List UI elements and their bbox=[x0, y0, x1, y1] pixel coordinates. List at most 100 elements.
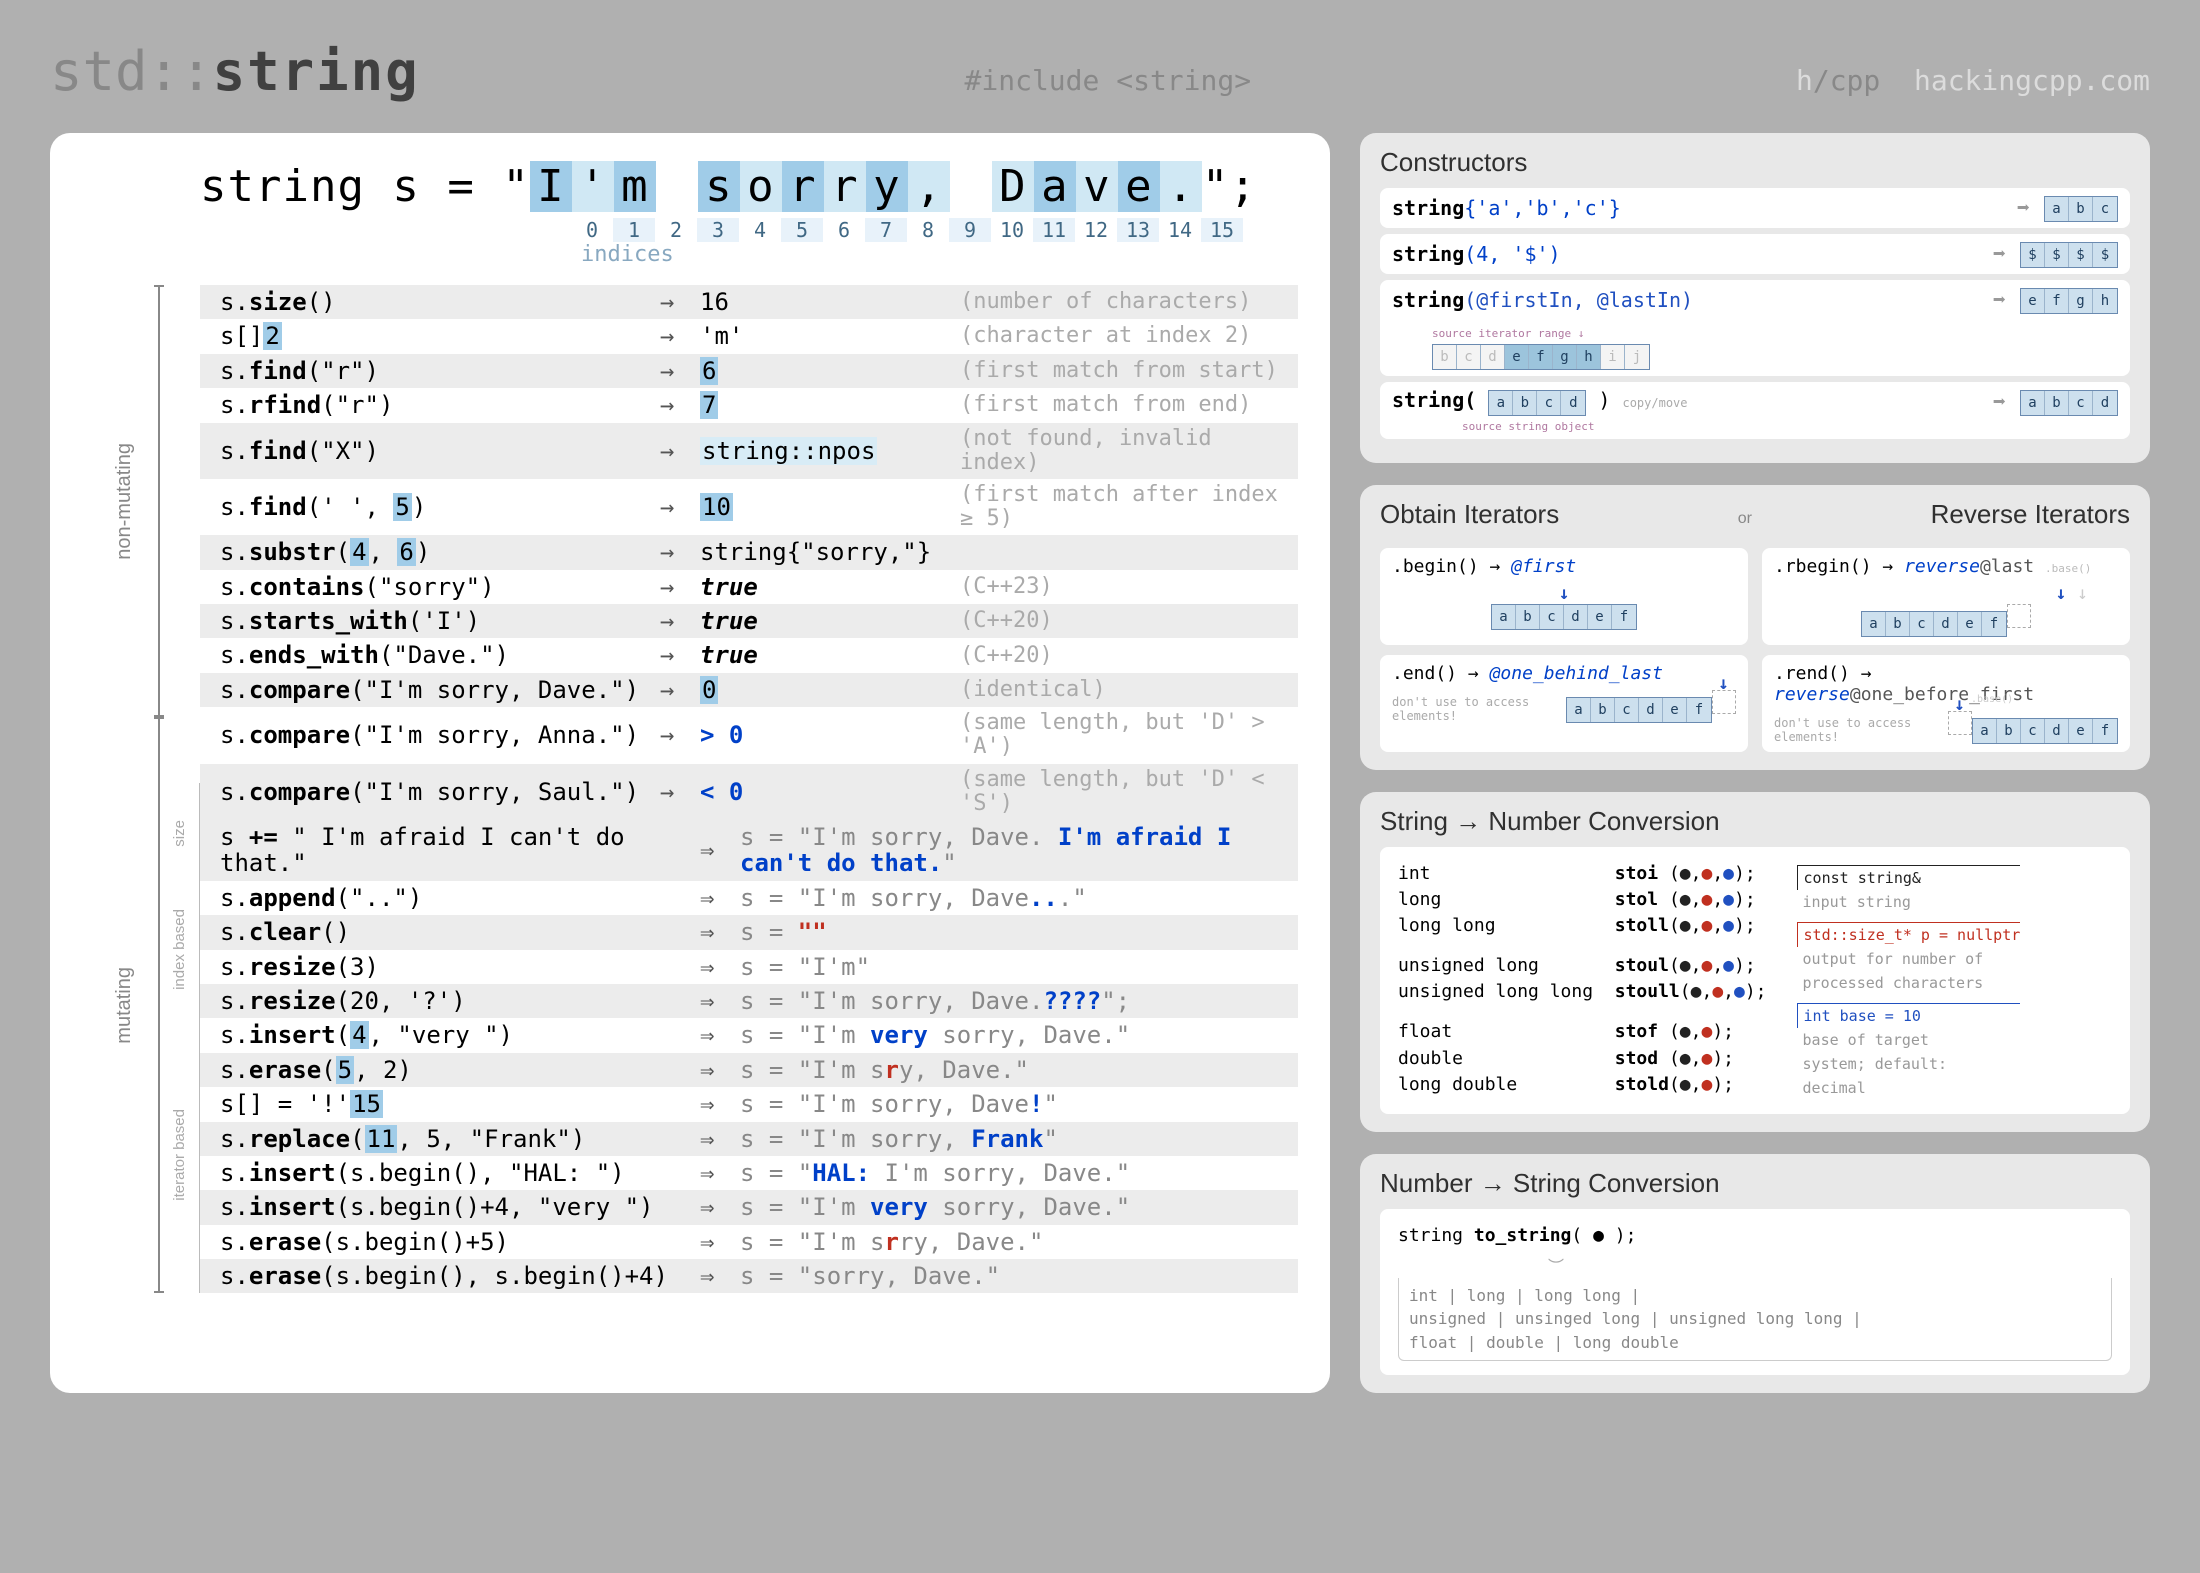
iters-or: or bbox=[1738, 510, 1752, 528]
index-label: 4 bbox=[739, 218, 781, 242]
constructor-item: string( abcd ) copy/move➡abcdsource stri… bbox=[1380, 382, 2130, 439]
mutating-row: s.resize(3)⇒s = "I'm" bbox=[200, 950, 1298, 984]
title: std::string bbox=[50, 40, 420, 103]
end-note: don't use to access elements! bbox=[1392, 695, 1558, 723]
s2n-row: long long stoll(●,●,●); bbox=[1398, 913, 1767, 939]
constructors-title: Constructors bbox=[1380, 147, 2130, 178]
rows-container: s.size()→16(number of characters)s[]2→'m… bbox=[200, 285, 1298, 1293]
s2n-body: int stoi (●,●,●);long stol (●,●,●);long … bbox=[1380, 847, 2130, 1114]
decl-char: r bbox=[782, 161, 824, 212]
constructor-item: string(4, '$')➡$$$$ bbox=[1380, 234, 2130, 274]
s2n-row: long double stold(●,●); bbox=[1398, 1072, 1767, 1098]
decl-prefix: string s = " bbox=[200, 161, 530, 212]
rend-fn: .rend() bbox=[1774, 663, 1850, 684]
index-label: 3 bbox=[697, 218, 739, 242]
mutating-row: s.erase(s.begin(), s.begin()+4)⇒s = "sor… bbox=[200, 1259, 1298, 1293]
s2n-arg2: std::size_t* p = nullptr bbox=[1804, 926, 2021, 944]
decl-char: m bbox=[614, 161, 656, 212]
nonmutating-row: s.compare("I'm sorry, Dave.")→0(identica… bbox=[200, 673, 1298, 707]
s2n-arg3: int base = 10 bbox=[1804, 1007, 1921, 1025]
index-label: 13 bbox=[1117, 218, 1159, 242]
constructor-item: string(@firstIn, @lastIn)➡efghsource ite… bbox=[1380, 280, 2130, 376]
s2n-title: String → Number Conversion bbox=[1380, 806, 2130, 837]
rbegin-box: .rbegin() → reverse@last .base() ↓ ↓ abc… bbox=[1762, 548, 2130, 645]
include-directive: #include <string> bbox=[965, 64, 1252, 97]
n2s-types: int | long | long long | unsigned | unsi… bbox=[1398, 1278, 2112, 1361]
s2n-row: unsigned long long stoull(●,●,●); bbox=[1398, 979, 1767, 1005]
main-card: string s = "I'm sorry, Dave."; 012345678… bbox=[50, 133, 1330, 1393]
nonmutating-row: s.size()→16(number of characters) bbox=[200, 285, 1298, 319]
nonmutating-row: s[]2→'m'(character at index 2) bbox=[200, 319, 1298, 353]
constructors-panel: Constructors string{'a','b','c'}➡abcstri… bbox=[1360, 133, 2150, 463]
decl-suffix: "; bbox=[1202, 161, 1257, 212]
nonmutating-row: s.starts_with('I')→true(C++20) bbox=[200, 604, 1298, 638]
brand-cpp: cpp bbox=[1830, 64, 1881, 97]
s2n-row: float stof (●,●); bbox=[1398, 1019, 1767, 1045]
index-label: 14 bbox=[1159, 218, 1201, 242]
decl-char: a bbox=[1034, 161, 1076, 212]
mutating-row: s.insert(4, "very ")⇒s = "I'm very sorry… bbox=[200, 1018, 1298, 1052]
begin-fn: .begin() bbox=[1392, 556, 1479, 577]
mutating-row: s += " I'm afraid I can't do that."⇒s = … bbox=[200, 820, 1298, 881]
subgroup-iterator: iterator based bbox=[171, 1109, 188, 1201]
index-label: 0 bbox=[571, 218, 613, 242]
indices-label: indices bbox=[581, 242, 674, 267]
right-column: Constructors string{'a','b','c'}➡abcstri… bbox=[1360, 133, 2150, 1393]
index-label: 7 bbox=[865, 218, 907, 242]
mutating-row: s.insert(s.begin(), "HAL: ")⇒s = "HAL: I… bbox=[200, 1156, 1298, 1190]
mutating-row: s[] = '!'15⇒s = "I'm sorry, Dave!" bbox=[200, 1087, 1298, 1121]
begin-iter: @first bbox=[1511, 556, 1576, 577]
nonmutating-row: s.find("X")→string::npos(not found, inva… bbox=[200, 423, 1298, 479]
index-label: 10 bbox=[991, 218, 1033, 242]
decl-char: v bbox=[1076, 161, 1118, 212]
brand-site: hackingcpp.com bbox=[1914, 64, 2150, 97]
mutating-row: s.replace(11, 5, "Frank")⇒s = "I'm sorry… bbox=[200, 1122, 1298, 1156]
decl-char: r bbox=[824, 161, 866, 212]
rend-note: don't use to access elements! bbox=[1774, 716, 1940, 744]
s2n-row: int stoi (●,●,●); bbox=[1398, 861, 1767, 887]
end-fn: .end() bbox=[1392, 663, 1457, 684]
decl-char: , bbox=[908, 161, 950, 212]
rend-box: .rend() → reverse@one_before_first don't… bbox=[1762, 655, 2130, 752]
index-label: 9 bbox=[949, 218, 991, 242]
decl-char: o bbox=[740, 161, 782, 212]
to-string-fn: to_string bbox=[1474, 1225, 1572, 1246]
page-header: std::string #include <string> h/cpp hack… bbox=[50, 40, 2150, 103]
index-label: 15 bbox=[1201, 218, 1243, 242]
mutating-row: s.append("..")⇒s = "I'm sorry, Dave..." bbox=[200, 881, 1298, 915]
index-label: 1 bbox=[613, 218, 655, 242]
n2s-title: Number → String Conversion bbox=[1380, 1168, 2130, 1199]
end-box: .end() → @one_behind_last don't use to a… bbox=[1380, 655, 1748, 752]
mutating-row: s.insert(s.begin()+4, "very ")⇒s = "I'm … bbox=[200, 1190, 1298, 1224]
nonmutating-row: s.find(' ', 5)→10(first match after inde… bbox=[200, 479, 1298, 535]
decl-char: e bbox=[1118, 161, 1160, 212]
title-prefix: std:: bbox=[50, 40, 213, 103]
rbegin-fn: .rbegin() bbox=[1774, 556, 1872, 577]
brand-h: h bbox=[1796, 64, 1813, 97]
s2n-arg1: const string& bbox=[1804, 869, 1921, 887]
decl-char: s bbox=[698, 161, 740, 212]
iters-title-b: Reverse Iterators bbox=[1931, 499, 2130, 530]
nonmutating-row: s.substr(4, 6)→string{"sorry,"} bbox=[200, 535, 1298, 569]
s2n-row: unsigned long stoul(●,●,●); bbox=[1398, 953, 1767, 979]
decl-char: I bbox=[530, 161, 572, 212]
indices-row: 0123456789101112131415indices bbox=[90, 218, 1298, 267]
index-label: 6 bbox=[823, 218, 865, 242]
decl-char: ' bbox=[572, 161, 614, 212]
nonmutating-row: s.rfind("r")→7(first match from end) bbox=[200, 388, 1298, 422]
nonmutating-row: s.compare("I'm sorry, Saul.")→< 0(same l… bbox=[200, 764, 1298, 820]
title-main: string bbox=[213, 40, 420, 103]
s2n-panel: String → Number Conversion int stoi (●,●… bbox=[1360, 792, 2150, 1132]
nonmutating-row: s.find("r")→6(first match from start) bbox=[200, 354, 1298, 388]
group-mutating: mutating bbox=[113, 963, 136, 1048]
decl-char: D bbox=[992, 161, 1034, 212]
s2n-row: long stol (●,●,●); bbox=[1398, 887, 1767, 913]
mutating-row: s.erase(s.begin()+5)⇒s = "I'm srry, Dave… bbox=[200, 1225, 1298, 1259]
decl-char: y bbox=[866, 161, 908, 212]
mutating-row: s.erase(5, 2)⇒s = "I'm sry, Dave." bbox=[200, 1053, 1298, 1087]
index-label: 8 bbox=[907, 218, 949, 242]
begin-box: .begin() → @first ↓ abcdef bbox=[1380, 548, 1748, 645]
index-label: 11 bbox=[1033, 218, 1075, 242]
group-nonmutating: non-mutating bbox=[113, 439, 136, 564]
s2n-row: double stod (●,●); bbox=[1398, 1046, 1767, 1072]
